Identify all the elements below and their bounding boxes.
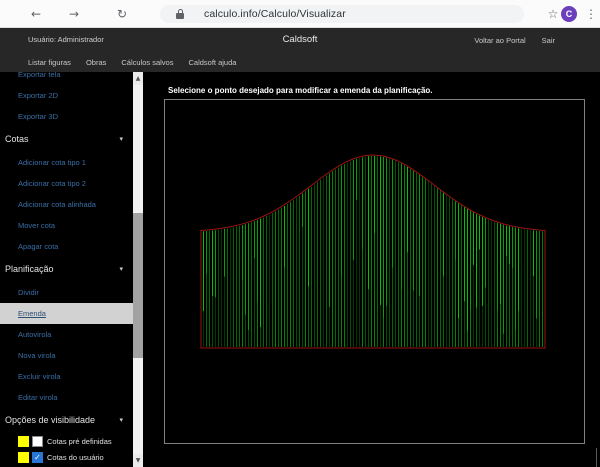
nav-item-caldsoft-ajuda[interactable]: Caldsoft ajuda [188, 58, 236, 67]
sidebar-link-editar-virola[interactable]: Editar virola [0, 387, 133, 408]
browser-back-icon[interactable]: ← [28, 0, 44, 28]
checkbox[interactable] [32, 436, 43, 447]
sidebar-link-exportar-2d[interactable]: Exportar 2D [0, 85, 133, 106]
sidebar-link-nova-virola[interactable]: Nova virola [0, 345, 133, 366]
sidebar-link-adicionar-cota-tipo-1[interactable]: Adicionar cota tipo 1 [0, 152, 133, 173]
chevron-down-icon[interactable]: ▾ [119, 257, 123, 282]
url-text: calculo.info/Calculo/Visualizar [204, 8, 346, 20]
sidebar-link-emenda[interactable]: Emenda [0, 303, 133, 324]
sidebar-section-cotas[interactable]: Cotas ▾ [0, 127, 133, 152]
header-link-sair[interactable]: Sair [542, 36, 555, 45]
page-scrollbar-fragment [596, 448, 597, 467]
header-links: Voltar ao Portal Sair [474, 28, 555, 52]
sidebar-menu: Exportar telaExportar 2DExportar 3DCotas… [0, 72, 133, 467]
sidebar-link-exportar-tela[interactable]: Exportar tela [0, 72, 133, 85]
sidebar: Exportar telaExportar 2DExportar 3DCotas… [0, 72, 150, 467]
browser-menu-icon[interactable]: ⋮ [583, 0, 599, 28]
drawing-canvas[interactable] [164, 99, 585, 444]
visibility-option-cotas-do-usuario[interactable]: ✓ Cotas do usuário [0, 449, 133, 465]
site-header: Usuário: Administrador Caldsoft Voltar a… [0, 28, 600, 52]
sidebar-link-adicionar-cota-alinhada[interactable]: Adicionar cota alinhada [0, 194, 133, 215]
main-navigation: Listar figuras Obras Cálculos salvos Caldso… [0, 52, 600, 72]
chevron-down-icon[interactable]: ▾ [119, 127, 123, 152]
browser-forward-icon[interactable]: → [66, 0, 82, 28]
nav-item-listar-figuras[interactable]: Listar figuras [28, 58, 71, 67]
application-window: ← → ↻ calculo.info/Calculo/Visualizar ☆ … [0, 0, 600, 467]
sidebar-section-planificacao[interactable]: Planificação ▾ [0, 257, 133, 282]
color-swatch [18, 436, 29, 447]
planification-drawing[interactable] [165, 100, 584, 443]
sidebar-link-apagar-cota[interactable]: Apagar cota [0, 236, 133, 257]
bookmark-star-icon[interactable]: ☆ [545, 0, 561, 28]
instruction-text: Selecione o ponto desejado para modifica… [168, 86, 433, 95]
browser-avatar[interactable]: C [561, 6, 577, 22]
visibility-option-cotas-pre-definidas[interactable]: Cotas pré definidas [0, 433, 133, 449]
checkbox[interactable]: ✓ [32, 452, 43, 463]
address-bar[interactable]: calculo.info/Calculo/Visualizar [160, 5, 524, 23]
checkbox-label: Cotas do usuário [47, 453, 104, 462]
sidebar-section-label: Cotas [5, 134, 29, 144]
sidebar-link-excluir-virola[interactable]: Excluir virola [0, 366, 133, 387]
main-content: Selecione o ponto desejado para modifica… [150, 72, 600, 467]
browser-toolbar: ← → ↻ calculo.info/Calculo/Visualizar ☆ … [0, 0, 600, 28]
sidebar-section-opcoes-de-visibilidade[interactable]: Opções de visibilidade ▾ [0, 408, 133, 433]
sidebar-link-autovirola[interactable]: Autovirola [0, 324, 133, 345]
sidebar-scrollbar[interactable]: ▲ ▼ [133, 72, 143, 467]
sidebar-link-adicionar-cota-tipo-2[interactable]: Adicionar cota tipo 2 [0, 173, 133, 194]
scroll-up-icon[interactable]: ▲ [133, 72, 143, 85]
checkbox-label: Cotas pré definidas [47, 437, 112, 446]
lock-icon [176, 9, 184, 19]
nav-item-calculos-salvos[interactable]: Cálculos salvos [121, 58, 173, 67]
browser-reload-icon[interactable]: ↻ [114, 0, 130, 28]
chevron-down-icon[interactable]: ▾ [119, 408, 123, 433]
sidebar-link-exportar-3d[interactable]: Exportar 3D [0, 106, 133, 127]
header-link-voltar-ao-portal[interactable]: Voltar ao Portal [474, 36, 525, 45]
nav-item-obras[interactable]: Obras [86, 58, 106, 67]
color-swatch [18, 452, 29, 463]
sidebar-link-dividir[interactable]: Dividir [0, 282, 133, 303]
sidebar-section-label: Planificação [5, 264, 54, 274]
sidebar-section-label: Opções de visibilidade [5, 415, 95, 425]
scroll-down-icon[interactable]: ▼ [133, 454, 143, 467]
scrollbar-thumb[interactable] [133, 213, 143, 358]
sidebar-link-mover-cota[interactable]: Mover cota [0, 215, 133, 236]
